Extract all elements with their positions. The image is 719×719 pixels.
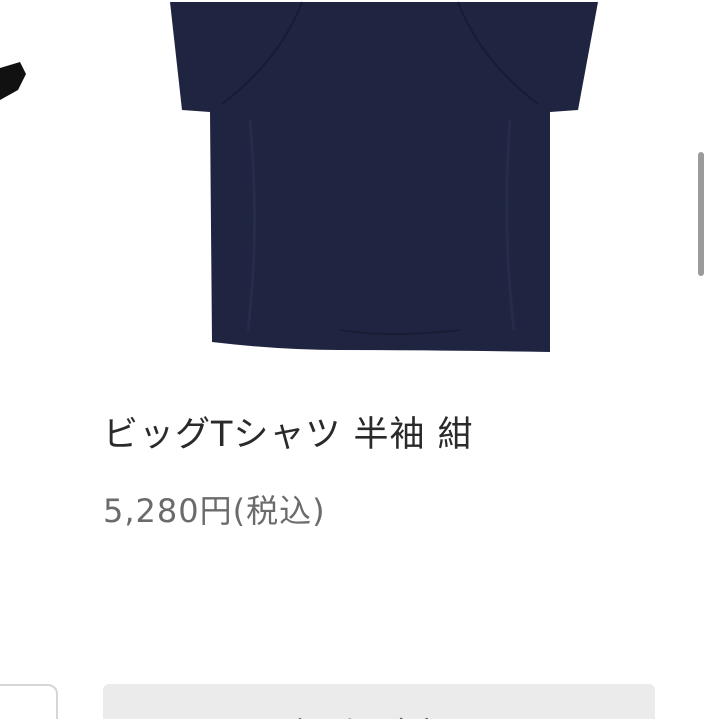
navy-tshirt-image [170,1,598,352]
previous-product-image[interactable] [0,0,30,380]
product-title: ビッグTシャツ 半袖 紺 [103,415,474,455]
product-price: 5,280円(税込) [103,492,326,530]
add-to-cart-label: カートに入れる [103,710,655,719]
product-page: ビッグTシャツ 半袖 紺 5,280円(税込) カートに入れる [0,0,719,719]
add-to-cart-button[interactable]: カートに入れる [103,684,655,719]
scrollbar-thumb[interactable] [698,152,704,276]
product-image-carousel[interactable] [0,0,719,380]
favorite-button[interactable] [0,684,58,719]
